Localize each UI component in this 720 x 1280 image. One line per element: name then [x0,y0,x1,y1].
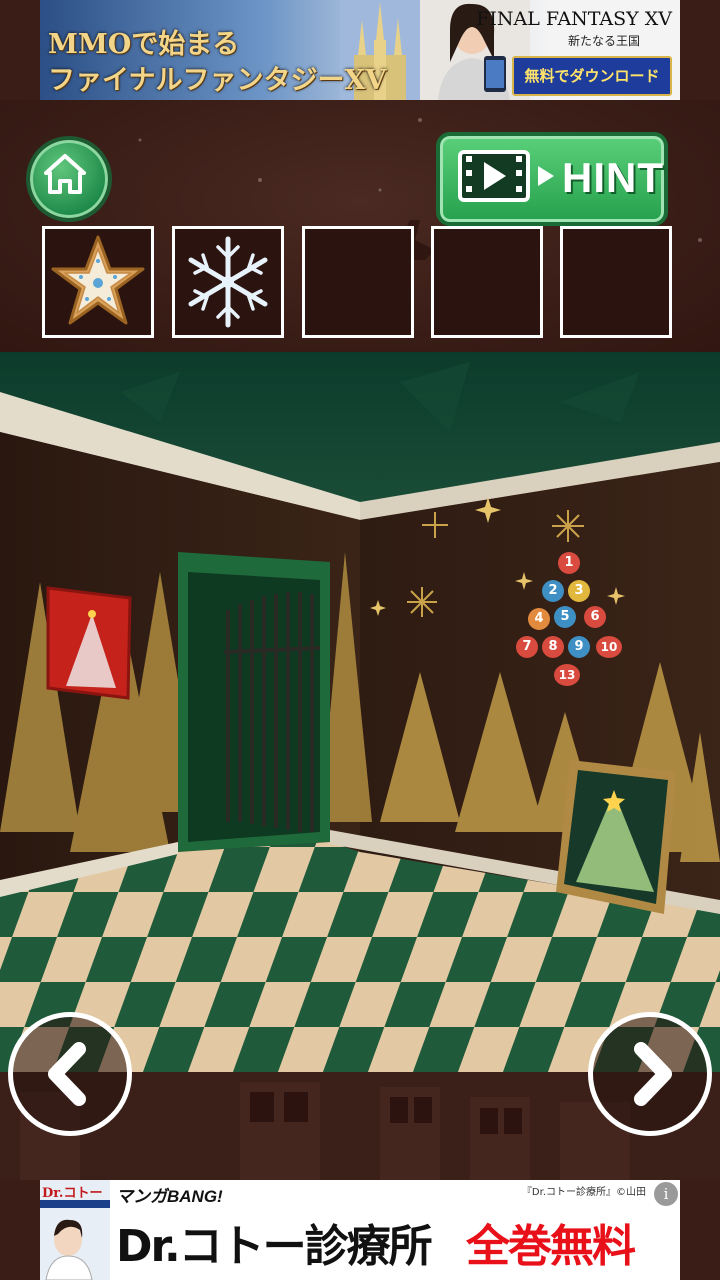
manga-app-label: マンガBANG! [116,1187,223,1206]
next-view-button[interactable] [588,1012,712,1136]
ornament-3[interactable]: 3 [568,580,590,602]
inventory-slot-1[interactable] [42,226,154,338]
snowflake-icon [188,236,268,328]
info-icon[interactable]: i [654,1182,678,1206]
ornament-13[interactable]: 13 [554,664,580,686]
download-button[interactable]: 無料でダウンロード [512,56,672,96]
inventory-slot-2[interactable] [172,226,284,338]
manga-cover-title: Dr.コトー [42,1186,103,1201]
inventory-slot-4[interactable] [431,226,543,338]
red-tree-picture [46,586,132,700]
home-button[interactable] [26,136,112,222]
copyright-credit: 『Dr.コトー診療所』©山田 [521,1187,646,1198]
ornament-number-tree[interactable]: 1 2 3 5 4 6 7 8 9 10 13 [514,548,634,698]
inventory-slot-5[interactable] [560,226,672,338]
ornament-1[interactable]: 1 [558,552,580,574]
home-icon [44,154,86,194]
ornament-5[interactable]: 5 [554,606,576,628]
ad-brand-subtitle: 新たなる王国 [567,34,640,48]
chalkboard-tree-picture [556,760,676,914]
ad-headline-free: 全巻無料 [466,1221,636,1272]
bottom-banner-ad[interactable]: Dr.コトー マンガBANG! 『Dr.コトー診療所』©山田 i Dr.コトー診… [40,1180,680,1280]
ad-headline-line1: MMOで始まる [48,29,240,60]
ornament-10[interactable]: 10 [596,636,622,658]
ornament-9[interactable]: 9 [568,636,590,658]
ad-brand-logo: FINAL FANTASY XV [476,8,672,30]
ornament-7[interactable]: 7 [516,636,538,658]
chevron-left-icon [48,1042,86,1106]
ornament-8[interactable]: 8 [542,636,564,658]
room-scene[interactable]: 1 2 3 5 4 6 7 8 9 10 13 [0,352,720,1072]
star-cookie-icon [51,235,145,325]
video-play-icon [458,150,554,202]
ornament-2[interactable]: 2 [542,580,564,602]
hint-button[interactable]: HINT [436,132,668,226]
room-view [0,352,720,1072]
ornament-4[interactable]: 4 [528,608,550,630]
inventory-slot-3[interactable] [302,226,414,338]
ornament-6[interactable]: 6 [584,606,606,628]
top-banner-ad[interactable]: MMOで始まる ファイナルファンタジーXV FINAL FANTASY XV 新… [40,0,680,100]
hint-label: HINT [562,154,664,201]
ad-headline-line2: ファイナルファンタジーXV [48,65,387,96]
ad-headline-title: Dr.コトー診療所 [116,1221,433,1272]
manga-cover-image: Dr.コトー [40,1180,110,1280]
previous-view-button[interactable] [8,1012,132,1136]
chevron-right-icon [634,1042,672,1106]
